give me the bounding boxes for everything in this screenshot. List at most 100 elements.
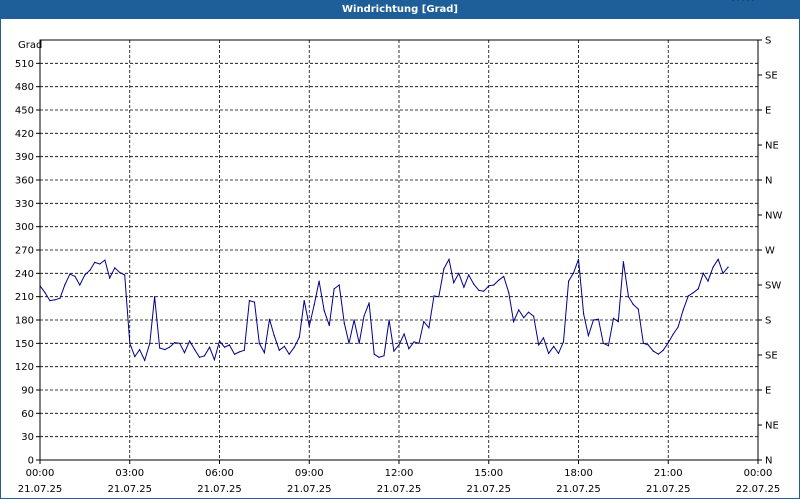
data-point — [288, 353, 290, 355]
data-point — [198, 356, 201, 358]
data-point — [263, 352, 265, 354]
y-tick-label: 420 — [15, 129, 34, 140]
y-tick-label: 510 — [15, 59, 34, 70]
data-point — [747, 0, 749, 1]
y-tick-label: 180 — [15, 316, 34, 327]
data-point — [69, 273, 71, 275]
right-tick-label: SE — [765, 351, 778, 362]
right-tick-label: NW — [765, 211, 782, 222]
x-tick-date: 21.07.25 — [556, 484, 601, 495]
data-point — [752, 0, 754, 1]
data-point — [602, 342, 604, 344]
data-point — [702, 272, 704, 274]
x-tick-time: 21:00 — [654, 468, 683, 479]
data-point — [134, 356, 136, 358]
data-point — [692, 292, 694, 294]
data-point — [388, 319, 390, 321]
data-point — [523, 317, 525, 319]
data-point — [712, 266, 714, 268]
data-point — [129, 342, 131, 344]
data-point — [39, 285, 41, 287]
data-point — [154, 296, 156, 298]
data-point — [443, 268, 445, 270]
data-point — [572, 272, 575, 274]
data-point — [378, 356, 380, 358]
data-point — [393, 350, 395, 352]
data-point — [667, 342, 669, 344]
x-tick-time: 15:00 — [474, 468, 503, 479]
data-point — [727, 266, 729, 268]
wind-direction-chart: 0 30 60 90 120 150 180 210 240 270 300 330 360 390 420… — [15, 0, 782, 495]
data-point — [527, 311, 530, 313]
right-tick-label: W — [765, 246, 775, 257]
data-point — [498, 279, 500, 281]
y-tick-label: 30 — [21, 432, 34, 443]
y-tick-label: 300 — [15, 222, 34, 233]
data-point — [677, 326, 679, 328]
data-point — [333, 288, 335, 290]
data-point — [717, 258, 719, 260]
data-point — [627, 296, 630, 298]
y-axis-ticks: 0 30 60 90 120 150 180 210 240 270 300 330 360 390 420… — [15, 59, 40, 467]
data-point — [518, 309, 520, 311]
data-point — [463, 286, 465, 288]
x-tick-date: 21.07.25 — [107, 484, 152, 495]
series-line-wind-direction — [39, 257, 729, 362]
data-point — [114, 267, 116, 269]
data-point — [742, 0, 744, 1]
data-point — [557, 352, 560, 354]
data-point — [423, 321, 425, 323]
x-tick-time: 12:00 — [385, 468, 414, 479]
data-point — [542, 337, 545, 339]
data-point — [368, 302, 370, 304]
data-point — [657, 353, 660, 355]
data-point — [343, 322, 345, 324]
data-point — [94, 261, 96, 263]
right-tick-label: N — [765, 176, 772, 187]
data-point — [44, 292, 46, 294]
data-point — [587, 335, 590, 337]
y-tick-label: 330 — [15, 199, 34, 210]
data-point — [612, 317, 615, 319]
data-point — [273, 335, 275, 337]
y-tick-label: 390 — [15, 152, 34, 163]
data-point — [228, 344, 230, 346]
data-point — [149, 342, 151, 344]
data-point — [403, 333, 405, 335]
x-tick-time: 09:00 — [295, 468, 324, 479]
x-tick-date: 21.07.25 — [377, 484, 422, 495]
x-tick-time: 00:00 — [26, 468, 55, 479]
data-point — [647, 344, 649, 346]
data-point — [139, 349, 141, 351]
data-point — [59, 297, 61, 299]
data-point — [483, 290, 485, 292]
x-tick-time: 06:00 — [205, 468, 234, 479]
data-point — [383, 355, 385, 357]
data-points — [39, 0, 754, 361]
data-point — [513, 321, 515, 323]
data-point — [428, 327, 430, 329]
data-point — [79, 284, 81, 286]
data-point — [398, 344, 400, 346]
data-point — [508, 292, 510, 294]
data-point — [64, 284, 66, 286]
data-point — [74, 275, 76, 277]
data-point — [194, 349, 196, 351]
right-tick-label: E — [765, 386, 771, 397]
data-point — [54, 299, 56, 301]
data-point — [243, 349, 245, 351]
data-point — [109, 277, 111, 279]
data-point — [218, 340, 221, 342]
data-point — [687, 295, 689, 297]
data-point — [568, 280, 570, 282]
data-point — [338, 284, 340, 286]
right-tick-label: NE — [765, 421, 779, 432]
data-point — [577, 258, 580, 260]
data-point — [183, 352, 186, 354]
y-tick-label: 360 — [15, 176, 34, 187]
data-point — [622, 261, 625, 263]
data-point — [642, 342, 645, 344]
data-point — [253, 301, 256, 303]
data-point — [562, 341, 565, 343]
data-point — [373, 353, 375, 355]
